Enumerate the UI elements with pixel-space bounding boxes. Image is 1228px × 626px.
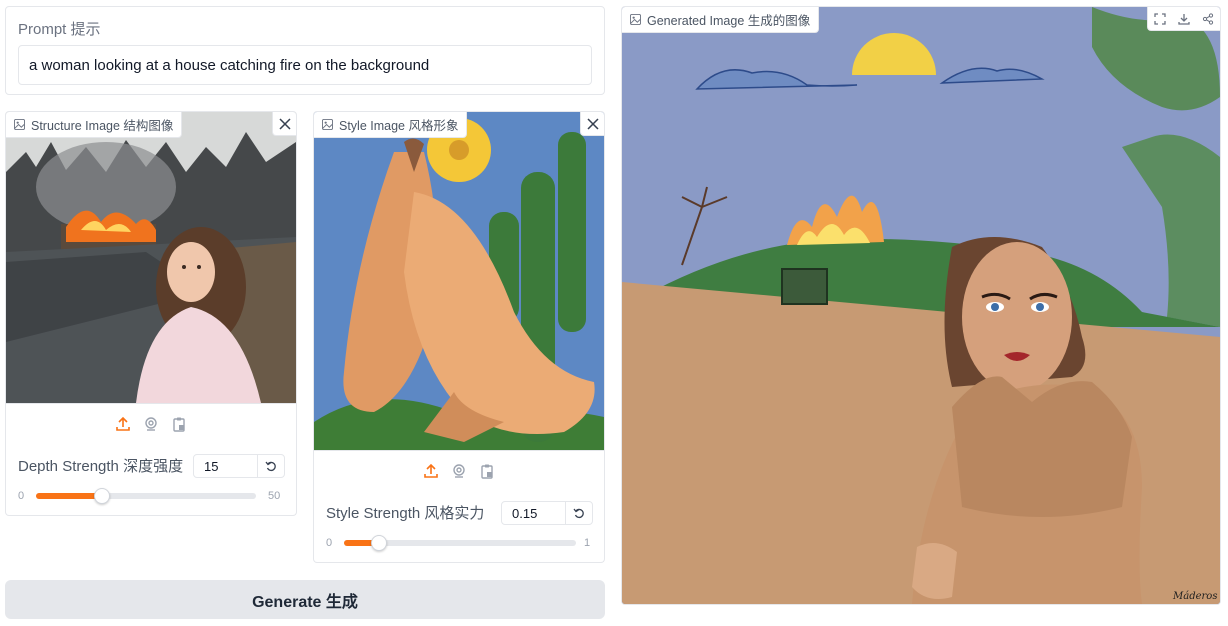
reset-icon[interactable] xyxy=(265,460,277,472)
reset-icon[interactable] xyxy=(573,507,585,519)
style-strength-value[interactable]: 0.15 xyxy=(502,502,566,524)
style-strength-label: Style Strength 风格实力 xyxy=(326,505,485,522)
webcam-icon[interactable] xyxy=(451,463,467,479)
depth-strength-max: 50 xyxy=(268,490,281,502)
style-strength-max: 1 xyxy=(584,537,591,549)
depth-strength-reset-button[interactable] xyxy=(258,455,284,477)
clipboard-icon[interactable] xyxy=(171,416,187,432)
upload-icon[interactable] xyxy=(115,416,131,432)
style-strength-panel: Style Strength 风格实力 0.15 0 1 xyxy=(313,490,605,563)
output-toolbar xyxy=(1147,7,1220,31)
style-image-source-row xyxy=(314,450,604,490)
style-strength-thumb[interactable] xyxy=(370,535,387,551)
style-strength-track[interactable] xyxy=(344,535,576,551)
generated-image-tag: Generated Image 生成的图像 xyxy=(622,7,820,33)
structure-image-tag: Structure Image 结构图像 xyxy=(6,112,183,138)
webcam-icon[interactable] xyxy=(143,416,159,432)
upload-icon[interactable] xyxy=(423,463,439,479)
share-icon[interactable] xyxy=(1196,7,1220,31)
generated-image-label: Generated Image 生成的图像 xyxy=(647,14,811,28)
depth-strength-thumb[interactable] xyxy=(94,488,110,504)
prompt-panel: Prompt 提示 xyxy=(5,6,605,95)
depth-strength-min: 0 xyxy=(18,490,25,502)
depth-strength-fill xyxy=(36,493,102,499)
structure-image-label: Structure Image 结构图像 xyxy=(31,119,174,133)
close-icon[interactable] xyxy=(586,117,599,130)
style-strength-reset-button[interactable] xyxy=(566,502,592,524)
image-icon xyxy=(322,119,333,130)
depth-strength-track[interactable] xyxy=(36,488,256,504)
style-image-tag: Style Image 风格形象 xyxy=(314,112,468,138)
style-image-label: Style Image 风格形象 xyxy=(339,119,459,133)
close-icon[interactable] xyxy=(278,117,291,130)
structure-image-photo xyxy=(6,112,296,403)
prompt-input[interactable] xyxy=(18,45,592,85)
clipboard-icon[interactable] xyxy=(479,463,495,479)
generate-button[interactable]: Generate 生成 xyxy=(5,580,605,619)
style-image-close-button[interactable] xyxy=(580,112,604,136)
image-icon xyxy=(14,119,25,130)
depth-strength-input[interactable]: 15 xyxy=(193,454,285,478)
painting-signature: Máderos xyxy=(1172,591,1217,602)
style-image-painting xyxy=(314,112,604,450)
structure-image-upload[interactable]: Structure Image 结构图像 xyxy=(5,111,297,444)
style-image-upload[interactable]: Style Image 风格形象 xyxy=(313,111,605,491)
structure-image-source-row xyxy=(6,403,296,443)
depth-strength-panel: Depth Strength 深度强度 15 0 50 xyxy=(5,443,297,516)
depth-strength-value[interactable]: 15 xyxy=(194,455,258,477)
generated-image-painting: Máderos xyxy=(622,7,1220,604)
style-strength-input[interactable]: 0.15 xyxy=(501,501,593,525)
structure-image-close-button[interactable] xyxy=(272,112,296,136)
image-icon xyxy=(630,14,641,25)
prompt-label: Prompt 提示 xyxy=(18,21,101,38)
download-icon[interactable] xyxy=(1172,7,1196,31)
style-strength-min: 0 xyxy=(326,537,333,549)
fullscreen-icon[interactable] xyxy=(1148,7,1172,31)
depth-strength-label: Depth Strength 深度强度 xyxy=(18,458,184,475)
generated-image-output: Generated Image 生成的图像 Máderos xyxy=(621,6,1221,605)
